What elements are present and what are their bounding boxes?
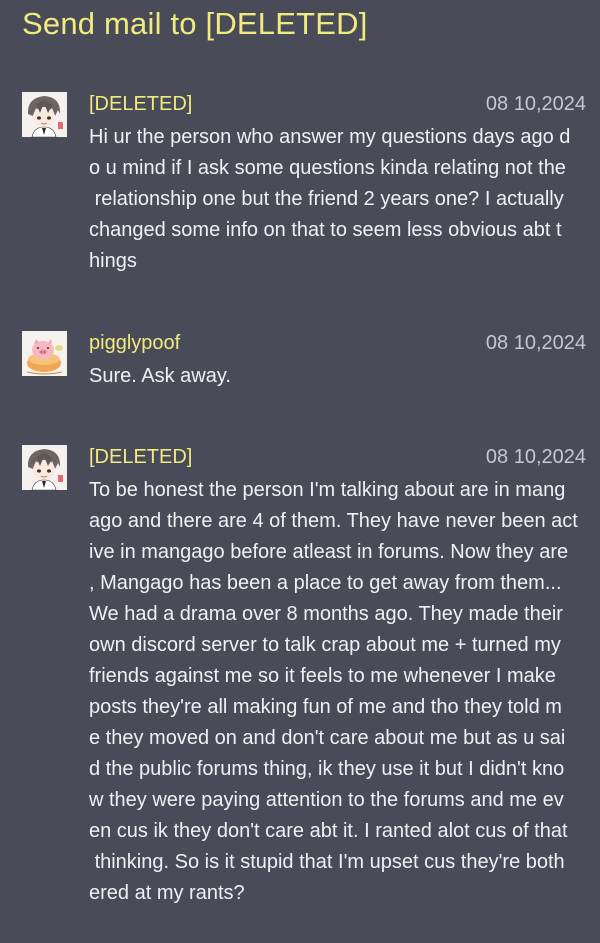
message-sender[interactable]: [DELETED] — [89, 92, 192, 116]
message-sender[interactable]: pigglypoof — [89, 331, 180, 355]
anime-boy-avatar-icon[interactable] — [22, 445, 67, 490]
message-body: To be honest the person I'm talking abou… — [89, 479, 578, 904]
message-date: 08 10,2024 — [485, 446, 586, 468]
anime-boy-avatar-icon[interactable] — [22, 92, 67, 137]
message-date: 08 10,2024 — [485, 93, 586, 115]
message-date: 08 10,2024 — [485, 332, 586, 354]
message-body: Sure. Ask away. — [89, 365, 231, 387]
page-title: Send mail to [DELETED] — [22, 6, 368, 41]
message-body: Hi ur the person who answer my questions… — [89, 126, 571, 272]
message-sender[interactable]: [DELETED] — [89, 445, 192, 469]
pig-pudding-avatar-icon[interactable] — [22, 331, 67, 376]
